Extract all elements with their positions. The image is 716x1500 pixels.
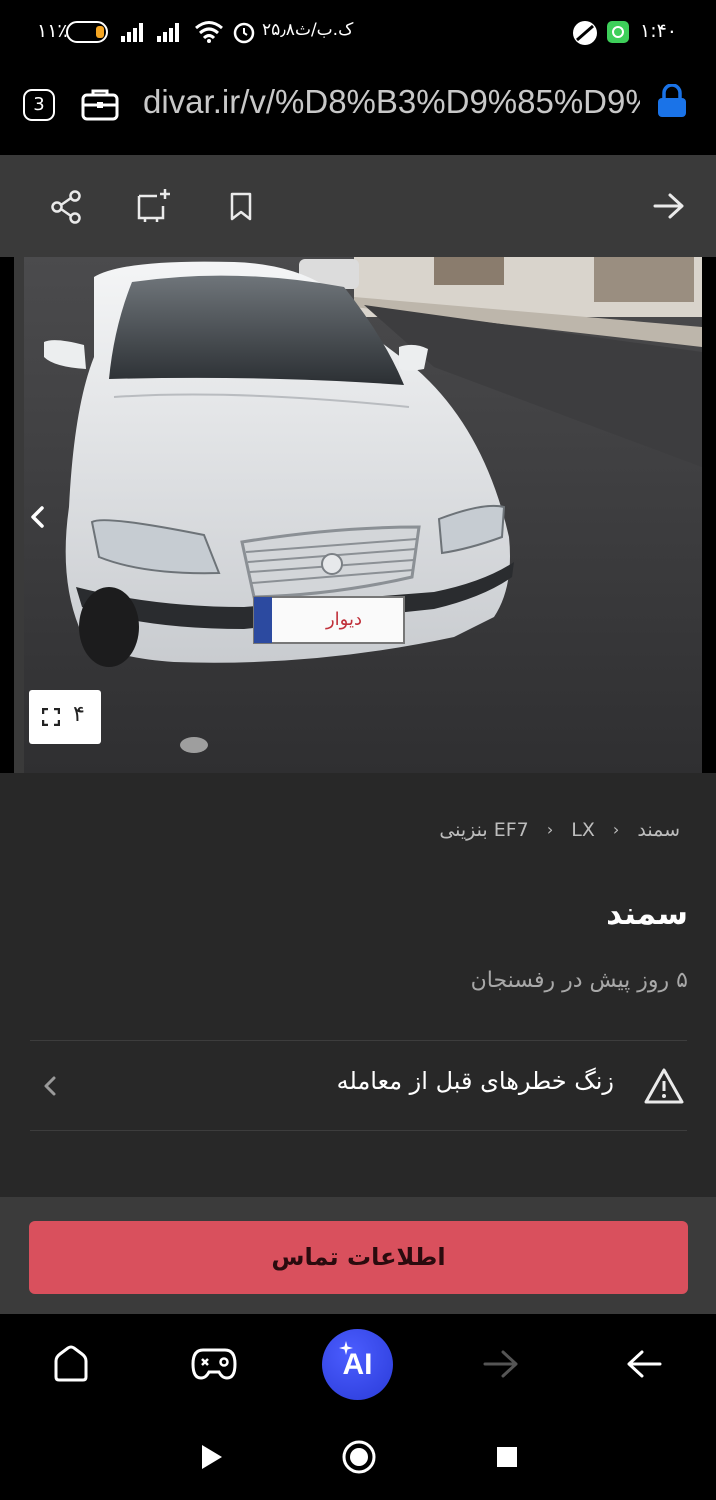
car-photo[interactable]: دیوار: [14, 257, 702, 773]
network-speed: ۲۵٫۸ک.ب/ث: [262, 20, 354, 40]
warning-icon: [644, 1068, 684, 1104]
app-notification-icon: [607, 21, 629, 43]
share-icon[interactable]: [50, 190, 82, 224]
breadcrumb-item[interactable]: سمند: [637, 819, 680, 841]
add-note-icon[interactable]: [135, 188, 173, 224]
forward-arrow-icon[interactable]: [652, 192, 686, 220]
recents-play-icon[interactable]: [200, 1444, 224, 1470]
tab-switcher-button[interactable]: 3: [23, 89, 55, 121]
breadcrumb-item[interactable]: LX: [571, 819, 595, 841]
breadcrumb-item[interactable]: EF7 بنزینی: [439, 819, 528, 841]
battery-percent: ۱۱٪: [37, 20, 68, 42]
briefcase-icon[interactable]: [81, 87, 119, 121]
signal-2-icon: [157, 23, 179, 42]
car-photo-illustration: دیوار: [14, 257, 702, 773]
breadcrumb: سمند ‹ LX ‹ EF7 بنزینی: [439, 818, 680, 841]
ai-assistant-button[interactable]: AI: [322, 1329, 393, 1400]
forward-arrow-icon[interactable]: [482, 1349, 520, 1379]
clock: ۱:۴۰: [640, 20, 678, 42]
signal-icon: [121, 23, 143, 42]
status-bar: ۱۱٪ ۲۵٫۸ک.ب/ث ۱:۴۰: [0, 0, 716, 62]
home-circle-icon[interactable]: [341, 1439, 377, 1475]
back-arrow-icon[interactable]: [625, 1349, 663, 1379]
listing-meta: ۵ روز پیش در رفسنجان: [470, 968, 688, 993]
breadcrumb-chevron-icon: ‹: [546, 820, 554, 839]
listing-toolbar: [0, 155, 716, 257]
data-saver-icon: [573, 21, 597, 45]
plate-text: دیوار: [325, 609, 362, 630]
photo-count: ۴: [73, 702, 85, 727]
fullscreen-icon: [42, 708, 60, 726]
games-icon[interactable]: [191, 1346, 237, 1382]
bookmark-icon[interactable]: [229, 192, 253, 222]
home-icon[interactable]: [52, 1345, 90, 1383]
listing-title: سمند: [606, 896, 688, 932]
overview-square-icon[interactable]: [496, 1446, 518, 1468]
safety-warning-label[interactable]: زنگ خطرهای قبل از معامله: [337, 1067, 614, 1095]
divider: [30, 1130, 687, 1131]
lock-icon[interactable]: [656, 84, 688, 118]
wifi-icon: [195, 21, 223, 43]
battery-icon: [66, 21, 108, 43]
photo-count-badge[interactable]: ۴: [29, 690, 101, 744]
alarm-icon: [233, 22, 255, 44]
chevron-left-icon: [44, 1076, 56, 1096]
breadcrumb-chevron-icon: ‹: [612, 820, 620, 839]
url-text[interactable]: divar.ir/v/%D8%B3%D9%85%D9%: [143, 83, 640, 123]
previous-photo-chevron-icon[interactable]: [28, 505, 46, 529]
sparkle-icon: [339, 1341, 353, 1355]
contact-info-button[interactable]: اطلاعات تماس: [29, 1221, 688, 1294]
